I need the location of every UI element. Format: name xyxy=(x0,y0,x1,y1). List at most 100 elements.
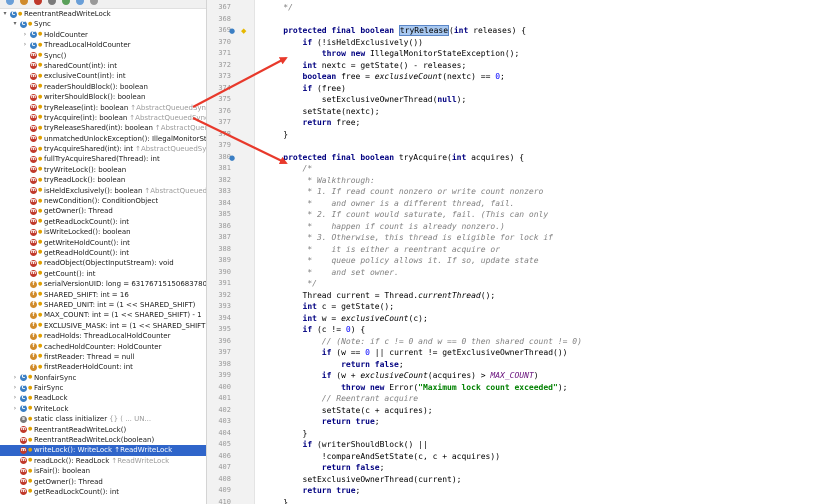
expand-arrow-icon[interactable]: ▾ xyxy=(2,9,8,19)
tree-item[interactable]: ▾ C ● ReentrantReadWriteLock xyxy=(0,9,206,19)
tree-item[interactable]: m ● getCount(): int xyxy=(0,269,206,279)
collapse-arrow-icon[interactable]: › xyxy=(12,383,18,393)
tree-item[interactable]: m ● ReentrantReadWriteLock() xyxy=(0,425,206,435)
expand-all-icon[interactable] xyxy=(76,0,84,5)
tree-item[interactable]: m ● newCondition(): ConditionObject xyxy=(0,196,206,206)
override-marker-icon[interactable]: ● xyxy=(229,154,235,162)
code-line[interactable]: if (writerShouldBlock() || xyxy=(264,439,428,451)
show-fields-icon[interactable] xyxy=(20,0,28,5)
code-line[interactable]: */ xyxy=(264,278,317,290)
code-line[interactable]: int nextc = getState() - releases; xyxy=(264,60,467,72)
tree-item[interactable]: m ● fullTryAcquireShared(Thread): int xyxy=(0,154,206,164)
tree-item[interactable]: › C ● FairSync xyxy=(0,383,206,393)
tree-item[interactable]: › C ● ThreadLocalHoldCounter xyxy=(0,40,206,50)
code-line[interactable]: boolean free = exclusiveCount(nextc) == … xyxy=(264,71,505,83)
intention-bulb-icon[interactable]: ◆ xyxy=(241,27,246,35)
code-line[interactable]: */ xyxy=(264,2,293,14)
tree-item[interactable]: m ● isFair(): boolean xyxy=(0,466,206,476)
code-line[interactable]: setState(nextc); xyxy=(264,106,380,118)
tree-item[interactable]: m ● tryAcquireShared(int): int ↑AbstractQue… xyxy=(0,144,206,154)
tree-item[interactable]: f ● MAX_COUNT: int = (1 << SHARED_SHIFT) -… xyxy=(0,310,206,320)
tree-item[interactable]: › C ● ReadLock xyxy=(0,393,206,403)
tree-item[interactable]: › C ● WriteLock xyxy=(0,404,206,414)
tree-item[interactable]: f ● EXCLUSIVE_MASK: int = (1 << SHARED_SHI… xyxy=(0,321,206,331)
tree-item[interactable]: m ● getReadLockCount(): int xyxy=(0,217,206,227)
show-inherited-icon[interactable] xyxy=(34,0,42,5)
tree-item[interactable]: m ● exclusiveCount(int): int xyxy=(0,71,206,81)
tree-item[interactable]: m ● readObject(ObjectInputStream): void xyxy=(0,258,206,268)
code-line[interactable]: // Reentrant acquire xyxy=(264,393,418,405)
code-line[interactable]: return free; xyxy=(264,117,361,129)
tree-item[interactable]: m ● ReentrantReadWriteLock(boolean) xyxy=(0,435,206,445)
code-line[interactable]: * Walkthrough: xyxy=(264,175,374,187)
code-line[interactable]: setExclusiveOwnerThread(null); xyxy=(264,94,467,106)
code-line[interactable]: return true; xyxy=(264,485,361,497)
tree-item[interactable]: m ● tryReleaseShared(int): boolean ↑Abstrac… xyxy=(0,123,206,133)
tree-item[interactable]: m ● isWriteLocked(): boolean xyxy=(0,227,206,237)
collapse-arrow-icon[interactable]: › xyxy=(12,404,18,414)
tree-item[interactable]: m ● sharedCount(int): int xyxy=(0,61,206,71)
show-nonpublic-icon[interactable] xyxy=(48,0,56,5)
code-line[interactable]: * and set owner. xyxy=(264,267,399,279)
code-line[interactable]: Thread current = Thread.currentThread(); xyxy=(264,290,496,302)
autoscroll-icon[interactable] xyxy=(62,0,70,5)
code-line[interactable]: } xyxy=(264,428,308,440)
tree-item[interactable]: m ● getOwner(): Thread xyxy=(0,477,206,487)
tree-item[interactable]: ▾ C ● Sync xyxy=(0,19,206,29)
tree-item[interactable]: m ● readerShouldBlock(): boolean xyxy=(0,82,206,92)
collapse-arrow-icon[interactable]: › xyxy=(22,30,28,40)
settings-icon[interactable] xyxy=(90,0,98,5)
code-line[interactable]: int w = exclusiveCount(c); xyxy=(264,313,428,325)
code-line[interactable]: int c = getState(); xyxy=(264,301,395,313)
tree-item[interactable]: f ● readHolds: ThreadLocalHoldCounter xyxy=(0,331,206,341)
collapse-arrow-icon[interactable]: › xyxy=(12,393,18,403)
code-line[interactable]: if (free) xyxy=(264,83,346,95)
code-line[interactable]: // (Note: if c != 0 and w == 0 then shar… xyxy=(264,336,582,348)
code-line[interactable]: } xyxy=(264,497,288,504)
code-line[interactable]: * 3. Otherwise, this thread is eligible … xyxy=(264,232,553,244)
expand-arrow-icon[interactable]: ▾ xyxy=(12,19,18,29)
code-line[interactable]: return false; xyxy=(264,462,385,474)
code-line[interactable]: * and owner is a different thread, fail. xyxy=(264,198,514,210)
collapse-arrow-icon[interactable]: › xyxy=(12,373,18,383)
code-editor[interactable]: */ protected final boolean tryRelease(in… xyxy=(256,0,820,504)
tree-item[interactable]: m ● Sync() xyxy=(0,51,206,61)
override-marker-icon[interactable]: ● xyxy=(229,27,235,35)
tree-item[interactable]: › C ● NonfairSync xyxy=(0,373,206,383)
tree-item[interactable]: m ● tryRelease(int): boolean ↑AbstractQueue… xyxy=(0,103,206,113)
tree-item[interactable]: f ● cachedHoldCounter: HoldCounter xyxy=(0,342,206,352)
code-line[interactable]: setExclusiveOwnerThread(current); xyxy=(264,474,462,486)
tree-item[interactable]: m ● unmatchedUnlockException(): IllegalMon… xyxy=(0,134,206,144)
tree-item[interactable]: m ● tryAcquire(int): boolean ↑AbstractQueue… xyxy=(0,113,206,123)
code-line[interactable]: * it is either a reentrant acquire or xyxy=(264,244,500,256)
tree-item[interactable]: f ● firstReaderHoldCount: int xyxy=(0,362,206,372)
tree-item[interactable]: m ● getOwner(): Thread xyxy=(0,206,206,216)
tree-item[interactable]: m ● writerShouldBlock(): boolean xyxy=(0,92,206,102)
code-line[interactable]: * happen if count is already nonzero.) xyxy=(264,221,504,233)
code-line[interactable]: throw new Error("Maximum lock count exce… xyxy=(264,382,567,394)
code-line[interactable]: return false; xyxy=(264,359,404,371)
tree-item[interactable]: m ● getReadHoldCount(): int xyxy=(0,248,206,258)
code-line[interactable]: throw new IllegalMonitorStateException()… xyxy=(264,48,519,60)
tree-item[interactable]: m ● isHeldExclusively(): boolean ↑AbstractQ… xyxy=(0,186,206,196)
code-line[interactable]: * 1. If read count nonzero or write coun… xyxy=(264,186,543,198)
collapse-arrow-icon[interactable]: › xyxy=(22,40,28,50)
code-line[interactable]: if (w == 0 || current != getExclusiveOwn… xyxy=(264,347,568,359)
code-line[interactable]: /* xyxy=(264,163,313,175)
tree-item[interactable]: › C ● HoldCounter xyxy=(0,30,206,40)
tree-item[interactable]: f ● SHARED_UNIT: int = (1 << SHARED_SHIFT) xyxy=(0,300,206,310)
tree-item[interactable]: m ● readLock(): ReadLock ↑ReadWriteLock xyxy=(0,456,206,466)
tree-item[interactable]: m ● tryReadLock(): boolean xyxy=(0,175,206,185)
code-line[interactable]: protected final boolean tryRelease(int r… xyxy=(264,25,526,37)
code-line[interactable]: !compareAndSetState(c, c + acquires)) xyxy=(264,451,500,463)
code-line[interactable]: setState(c + acquires); xyxy=(264,405,433,417)
tree-item[interactable]: m ● getReadLockCount(): int xyxy=(0,487,206,497)
tree-item[interactable]: m ● getWriteHoldCount(): int xyxy=(0,238,206,248)
tree-item[interactable]: f ● serialVersionUID: long = 6317671515068… xyxy=(0,279,206,289)
code-line[interactable]: * 2. If count would saturate, fail. (Thi… xyxy=(264,209,548,221)
code-line[interactable]: protected final boolean tryAcquire(int a… xyxy=(264,152,524,164)
code-line[interactable]: * queue policy allows it. If so, update … xyxy=(264,255,538,267)
code-line[interactable]: if (w + exclusiveCount(acquires) > MAX_C… xyxy=(264,370,539,382)
sort-icon[interactable] xyxy=(6,0,14,5)
code-line[interactable]: } xyxy=(264,129,288,141)
